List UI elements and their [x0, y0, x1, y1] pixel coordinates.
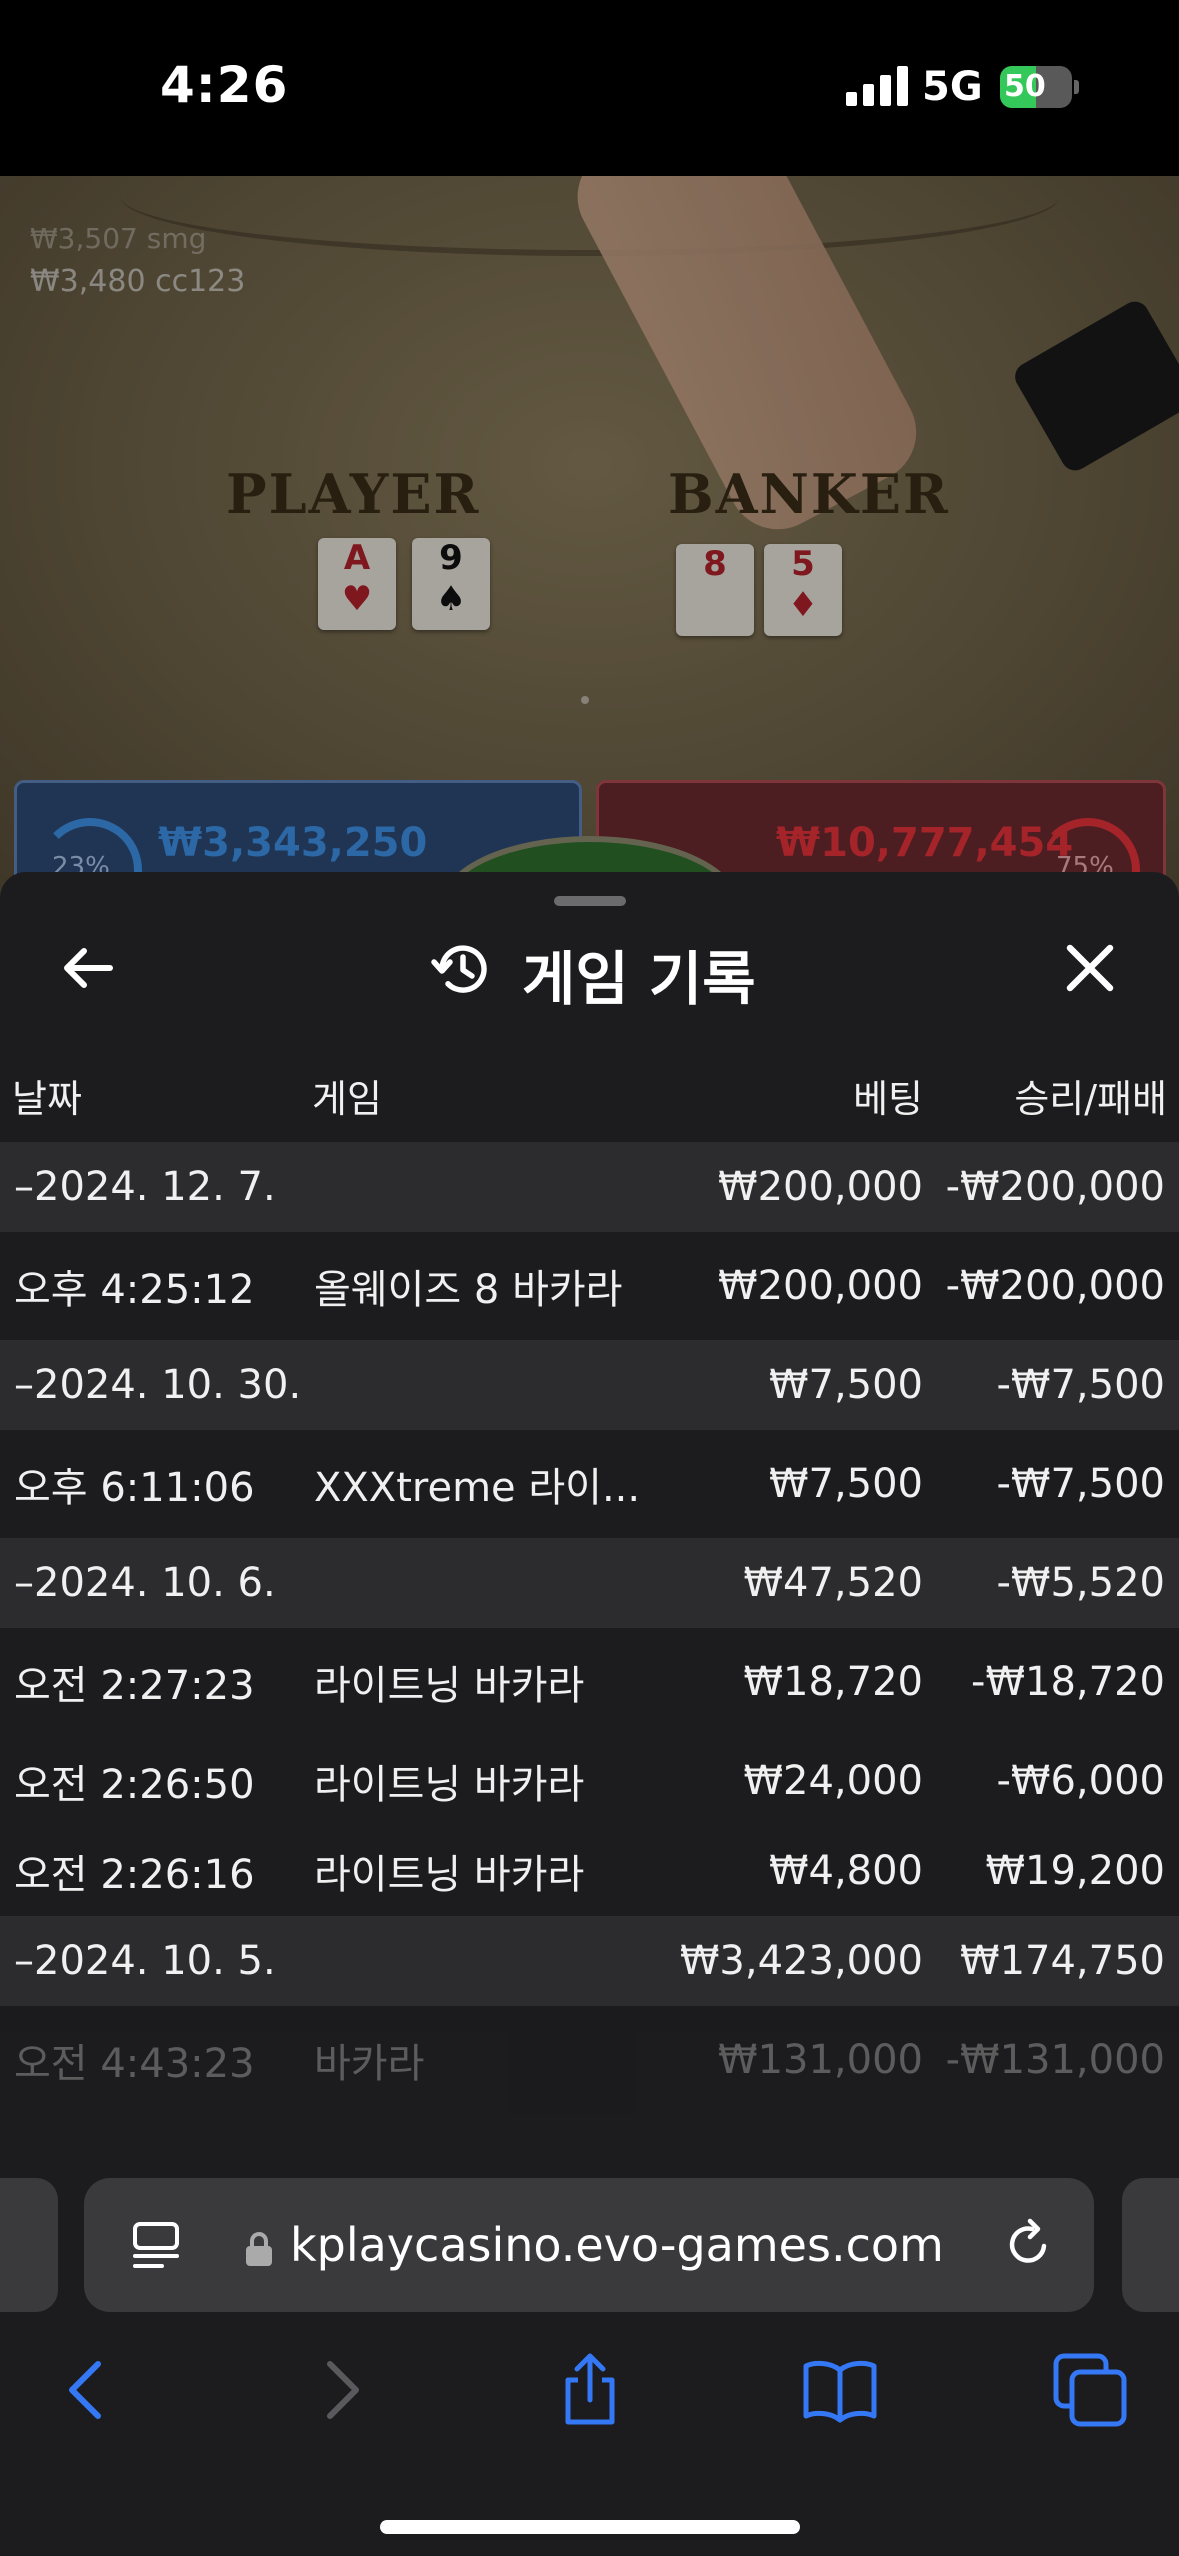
row-game: 바카라	[314, 2041, 425, 2087]
back-button[interactable]	[48, 2350, 128, 2430]
history-icon	[430, 938, 492, 1000]
sheet-title: 게임 기록	[522, 945, 756, 1013]
row-bet: ₩47,520	[743, 1560, 923, 1606]
row-result: -₩7,500	[996, 1362, 1166, 1408]
page-menu-icon[interactable]	[132, 2220, 180, 2270]
lock-icon	[244, 2230, 274, 2268]
history-row[interactable]: 오전 2:26:16 라이트닝 바카라 ₩4,800 ₩19,200	[0, 1826, 1179, 1916]
url-text: kplaycasino.evo-games.com	[290, 2218, 944, 2272]
history-row[interactable]: 오후 4:25:12 올웨이즈 8 바카라 ₩200,000 -₩200,000	[0, 1232, 1179, 1340]
player-info: ₩3,480 cc123	[30, 264, 246, 299]
history-row[interactable]: 오전 2:27:23 라이트닝 바카라 ₩18,720 -₩18,720	[0, 1628, 1179, 1736]
date-group-row[interactable]: –2024. 12. 7. ₩200,000 -₩200,000	[0, 1142, 1179, 1232]
row-game: 라이트닝 바카라	[314, 1663, 585, 1709]
close-icon[interactable]	[1060, 938, 1120, 998]
row-result: -₩131,000	[945, 2037, 1165, 2083]
player-card: A ♥	[318, 538, 396, 630]
banker-bet-total: ₩10,777,454	[776, 820, 1074, 866]
row-result: ₩174,750	[960, 1938, 1165, 1984]
player-label: PLAYER	[226, 462, 481, 526]
row-game: XXXtreme 라이...	[314, 1465, 641, 1511]
row-bet: ₩200,000	[718, 1263, 923, 1309]
banker-card: 5 ♦	[764, 544, 842, 636]
sheet-grabber[interactable]	[554, 896, 626, 906]
row-date: 오전 2:27:23	[14, 1663, 255, 1709]
player-bet-total: ₩3,343,250	[158, 820, 428, 866]
row-date: 오전 4:43:23	[14, 2041, 255, 2087]
row-bet: ₩24,000	[743, 1758, 923, 1804]
row-bet: ₩131,000	[718, 2037, 923, 2083]
row-game: 올웨이즈 8 바카라	[314, 1267, 623, 1313]
banker-card: 8	[676, 544, 754, 636]
reload-icon[interactable]	[1000, 2216, 1056, 2272]
forward-button[interactable]	[300, 2350, 380, 2430]
bookmarks-icon[interactable]	[800, 2350, 880, 2430]
live-game-view: ₩3,507 smg ₩3,480 cc123 PLAYER BANKER A ♥…	[0, 176, 1179, 896]
game-history-sheet: 게임 기록 날짜 게임 베팅 승리/패배 –2024. 12. 7. ₩200,0…	[0, 872, 1179, 2156]
row-bet: ₩4,800	[768, 1848, 923, 1894]
history-row[interactable]: 오전 4:43:23 바카라 ₩131,000 -₩131,000	[0, 2006, 1179, 2114]
row-result: -₩5,520	[996, 1560, 1166, 1606]
row-bet: ₩7,500	[768, 1362, 923, 1408]
status-time: 4:26	[160, 56, 289, 114]
row-bet: ₩18,720	[743, 1659, 923, 1705]
column-header-date: 날짜	[12, 1077, 82, 1121]
cellular-signal-icon	[846, 66, 908, 106]
row-result: ₩19,200	[985, 1848, 1165, 1894]
row-bet: ₩3,423,000	[679, 1938, 923, 1984]
column-header-result: 승리/패배	[1014, 1077, 1167, 1121]
row-bet: ₩7,500	[768, 1461, 923, 1507]
tabs-icon[interactable]	[1050, 2350, 1130, 2430]
row-date: –2024. 12. 7.	[14, 1164, 276, 1210]
row-date: 오전 2:26:50	[14, 1762, 255, 1808]
row-result: -₩200,000	[945, 1263, 1165, 1309]
row-result: -₩7,500	[996, 1461, 1166, 1507]
browser-toolbar: kplaycasino.evo-games.com	[0, 2156, 1179, 2556]
status-bar: 4:26 5G 50	[0, 0, 1179, 176]
address-bar[interactable]: kplaycasino.evo-games.com	[84, 2178, 1094, 2312]
row-result: -₩200,000	[945, 1164, 1165, 1210]
page-indicator-dot	[581, 696, 589, 704]
previous-tab-preview[interactable]	[0, 2178, 58, 2312]
card-shoe	[1010, 296, 1179, 476]
row-result: -₩18,720	[971, 1659, 1165, 1705]
banker-label: BANKER	[668, 462, 950, 526]
date-group-row[interactable]: –2024. 10. 6. ₩47,520 -₩5,520	[0, 1538, 1179, 1628]
row-game: 라이트닝 바카라	[314, 1852, 585, 1898]
date-group-row[interactable]: –2024. 10. 5. ₩3,423,000 ₩174,750	[0, 1916, 1179, 2006]
battery-percent: 50	[1004, 69, 1046, 104]
row-date: –2024. 10. 5.	[14, 1938, 276, 1984]
row-date: –2024. 10. 30.	[14, 1362, 302, 1408]
share-icon[interactable]	[550, 2350, 630, 2430]
network-type: 5G	[922, 64, 983, 110]
history-list: –2024. 12. 7. ₩200,000 -₩200,000 오후 4:25:12…	[0, 1142, 1179, 2114]
player-card: 9 ♠	[412, 538, 490, 630]
row-result: -₩6,000	[996, 1758, 1166, 1804]
back-arrow-icon[interactable]	[58, 938, 118, 998]
history-row[interactable]: 오전 2:26:50 라이트닝 바카라 ₩24,000 -₩6,000	[0, 1736, 1179, 1826]
row-date: 오후 6:11:06	[14, 1465, 255, 1511]
home-indicator[interactable]	[380, 2520, 800, 2534]
battery-icon: 50	[1000, 66, 1079, 108]
next-tab-preview[interactable]	[1122, 2178, 1179, 2312]
row-date: 오후 4:25:12	[14, 1267, 255, 1313]
row-bet: ₩200,000	[718, 1164, 923, 1210]
row-date: –2024. 10. 6.	[14, 1560, 276, 1606]
date-group-row[interactable]: –2024. 10. 30. ₩7,500 -₩7,500	[0, 1340, 1179, 1430]
history-row[interactable]: 오후 6:11:06 XXXtreme 라이... ₩7,500 -₩7,500	[0, 1430, 1179, 1538]
row-game: 라이트닝 바카라	[314, 1762, 585, 1808]
player-info-faded: ₩3,507 smg	[30, 222, 207, 255]
column-header-bet: 베팅	[853, 1077, 923, 1121]
column-header-game: 게임	[312, 1077, 382, 1121]
row-date: 오전 2:26:16	[14, 1852, 255, 1898]
